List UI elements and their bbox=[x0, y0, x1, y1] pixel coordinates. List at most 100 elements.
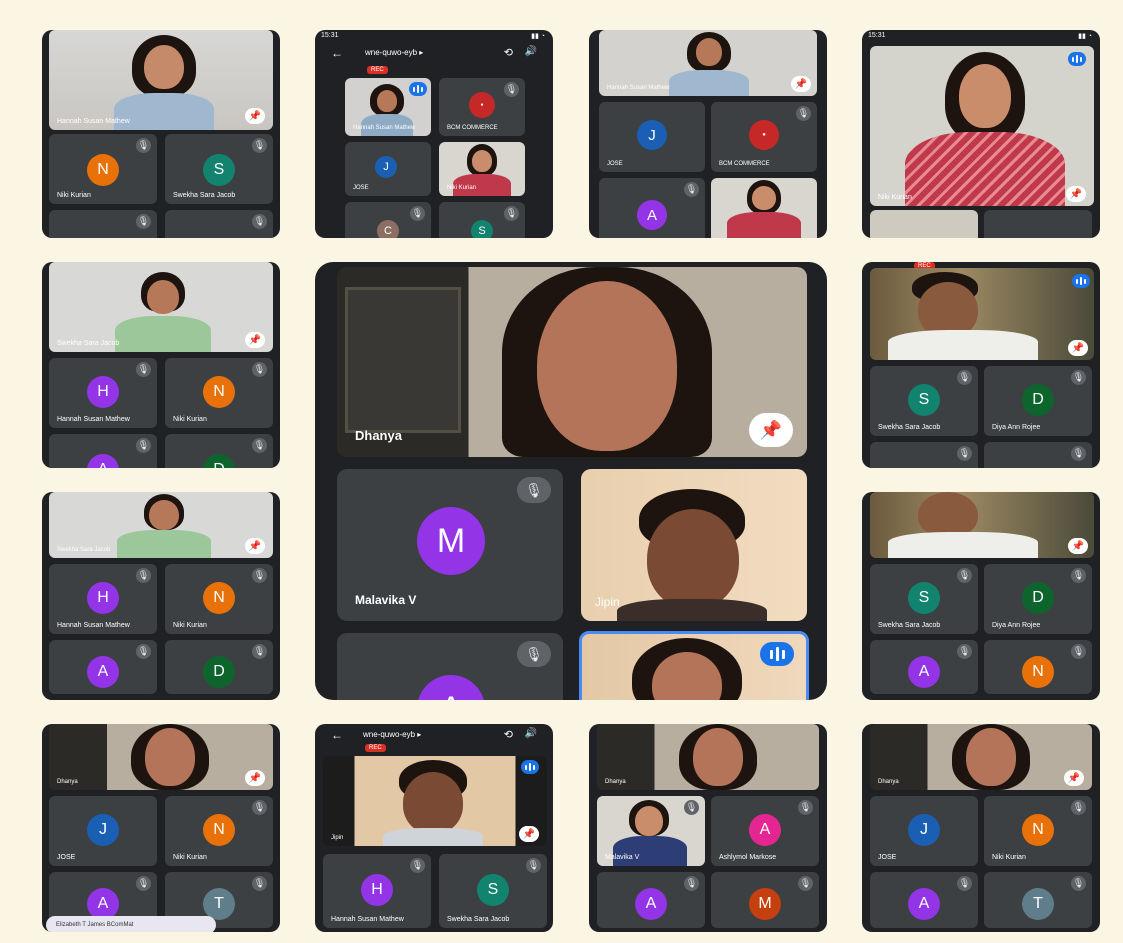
video-tile-dhanya[interactable]: Dhanya bbox=[597, 724, 819, 790]
pin-icon[interactable]: 📌 bbox=[1068, 340, 1088, 356]
avatar: N bbox=[203, 814, 235, 846]
video-tile-hannah[interactable]: Hannah Susan Mathew 📌 bbox=[599, 30, 817, 96]
mic-off-icon: 🎙 bbox=[1071, 370, 1086, 385]
participant-tile-malavika[interactable]: M 🎙 Malavika V bbox=[337, 469, 563, 621]
mic-off-icon: 🎙 bbox=[252, 362, 267, 377]
participant-tile-hannah[interactable]: H 🎙 Hannah Susan Mathew bbox=[323, 854, 431, 928]
participant-tile-hannah[interactable]: H 🎙 Hannah Susan Mathew bbox=[49, 358, 157, 428]
pin-icon[interactable]: 📌 bbox=[245, 538, 265, 554]
screenshot-panel-6: REC 📌 S 🎙 Swekha Sara Jacob D 🎙 Diya Ann… bbox=[862, 262, 1100, 468]
participant-tile[interactable]: 🎙 bbox=[165, 210, 273, 238]
participant-tile-bcm[interactable]: ● 🎙 BCM COMMERCE bbox=[439, 78, 525, 136]
participant-tile-niki[interactable]: N 🎙 Niki Kurian bbox=[165, 796, 273, 866]
back-arrow-icon[interactable]: ← bbox=[331, 46, 343, 60]
meeting-code[interactable]: wne-quwo-eyb ▸ bbox=[363, 730, 421, 739]
participant-video-figure bbox=[727, 180, 801, 238]
participant-tile-diya[interactable]: D 🎙 Diya Ann Rojee bbox=[984, 366, 1092, 436]
speaker-icon[interactable]: 🔊 bbox=[525, 46, 537, 57]
participant-tile[interactable]: M 🎙 bbox=[711, 872, 819, 928]
avatar: D bbox=[1022, 582, 1054, 614]
video-tile-swekha[interactable]: Swekha Sara Jacob 📌 bbox=[49, 262, 273, 352]
participant-tile[interactable]: 🎙 bbox=[49, 210, 157, 238]
participant-tile-swekha[interactable]: S 🎙 Swekha Sara Jacob bbox=[870, 366, 978, 436]
participant-tile-jose[interactable]: J JOSE bbox=[345, 142, 431, 196]
pin-icon[interactable]: 📌 bbox=[245, 770, 265, 786]
video-tile-niki[interactable]: Niki Kurian bbox=[439, 142, 525, 196]
video-tile-jipin[interactable]: Jipin bbox=[581, 469, 807, 621]
video-tile[interactable] bbox=[870, 210, 978, 238]
participant-video-figure bbox=[888, 492, 1038, 558]
participant-tile-bcm[interactable]: ● 🎙 BCM COMMERCE bbox=[711, 102, 817, 172]
mic-off-icon: 🎙 bbox=[410, 858, 425, 873]
camera-switch-icon[interactable]: ⟲ bbox=[504, 46, 513, 59]
participant-tile[interactable]: D 🎙 bbox=[165, 640, 273, 694]
participant-tile-jose[interactable]: J JOSE bbox=[599, 102, 705, 172]
participant-name-label: JOSE bbox=[353, 185, 369, 191]
avatar: A bbox=[908, 656, 940, 688]
participant-tile[interactable]: 🎙 bbox=[984, 442, 1092, 468]
screenshot-panel-5: Swekha Sara Jacob 📌 H 🎙 Hannah Susan Mat… bbox=[42, 262, 280, 468]
avatar: A bbox=[908, 888, 940, 920]
participant-tile-swekha[interactable]: S 🎙 Swekha Sara Jacob bbox=[439, 854, 547, 928]
video-tile-hannah[interactable]: Hannah Susan Mathew bbox=[345, 78, 431, 136]
video-tile-malavika[interactable]: 🎙 Malavika V bbox=[597, 796, 705, 866]
pin-icon[interactable]: 📌 bbox=[245, 108, 265, 124]
speaker-icon[interactable]: 🔊 bbox=[525, 728, 537, 739]
camera-switch-icon[interactable]: ⟲ bbox=[504, 728, 513, 741]
mic-off-icon: 🎙 bbox=[136, 644, 151, 659]
participant-tile[interactable]: A 🎙 bbox=[49, 640, 157, 694]
participant-tile-jose[interactable]: J JOSE bbox=[870, 796, 978, 866]
participant-tile-ashly[interactable]: A 🎙 Ashlymol Markose bbox=[711, 796, 819, 866]
pin-icon[interactable]: 📌 bbox=[1064, 770, 1084, 786]
recording-badge: REC bbox=[365, 744, 386, 752]
participant-tile-swekha[interactable]: S 🎙 Swekha Sara Jacob bbox=[870, 564, 978, 634]
participant-tile[interactable]: A 🎙 bbox=[597, 872, 705, 928]
participant-tile[interactable]: C 🎙 bbox=[345, 202, 431, 238]
participant-video-figure bbox=[888, 272, 1038, 360]
pin-icon[interactable]: 📌 bbox=[749, 413, 793, 447]
participant-video-figure bbox=[383, 760, 483, 846]
participant-tile[interactable]: A 🎙 bbox=[337, 633, 563, 700]
video-tile-niki[interactable] bbox=[711, 178, 817, 238]
participant-tile[interactable] bbox=[984, 210, 1092, 238]
participant-tile[interactable]: A 🎙 bbox=[870, 872, 978, 928]
participant-tile-jose[interactable]: J JOSE bbox=[49, 796, 157, 866]
participant-tile-niki[interactable]: N 🎙 Niki Kurian bbox=[49, 134, 157, 204]
pin-icon[interactable]: 📌 bbox=[1066, 186, 1086, 202]
participant-name-label: Hannah Susan Mathew bbox=[57, 118, 130, 125]
video-tile-jipin[interactable]: Jipin 📌 bbox=[323, 756, 547, 846]
video-tile-dhanya[interactable]: Dhanya 📌 bbox=[870, 724, 1092, 790]
video-tile[interactable]: 📌 bbox=[870, 268, 1094, 360]
pin-icon[interactable]: 📌 bbox=[1068, 538, 1088, 554]
participant-tile-hannah[interactable]: H 🎙 Hannah Susan Mathew bbox=[49, 564, 157, 634]
participant-tile[interactable]: S 🎙 bbox=[439, 202, 525, 238]
video-tile-niki[interactable]: Niki Kurian 📌 bbox=[870, 46, 1094, 206]
meeting-code[interactable]: wne-quwo-eyb ▸ bbox=[365, 48, 423, 57]
participant-tile[interactable]: A 🎙 bbox=[599, 178, 705, 238]
back-arrow-icon[interactable]: ← bbox=[331, 728, 343, 742]
avatar: S bbox=[477, 874, 509, 906]
avatar: A bbox=[417, 675, 485, 700]
video-tile-hannah[interactable]: Hannah Susan Mathew 📌 bbox=[49, 30, 273, 130]
participant-tile[interactable]: 🎙 bbox=[870, 442, 978, 468]
participant-tile-diya[interactable]: D 🎙 Diya Ann Rojee bbox=[984, 564, 1092, 634]
pin-icon[interactable]: 📌 bbox=[519, 826, 539, 842]
video-tile-dhanya[interactable]: Dhanya 📌 bbox=[337, 267, 807, 457]
video-tile[interactable]: 📌 bbox=[870, 492, 1094, 558]
avatar: D bbox=[203, 454, 235, 468]
participant-tile[interactable]: D 🎙 bbox=[165, 434, 273, 468]
video-tile-swekha[interactable]: Swekha Sara Jacob 📌 bbox=[49, 492, 273, 558]
participant-name-label: Niki Kurian bbox=[992, 854, 1026, 861]
video-tile-speaking[interactable] bbox=[579, 631, 809, 700]
pin-icon[interactable]: 📌 bbox=[245, 332, 265, 348]
participant-tile[interactable]: N 🎙 bbox=[984, 640, 1092, 694]
pin-icon[interactable]: 📌 bbox=[791, 76, 811, 92]
participant-tile-niki[interactable]: N 🎙 Niki Kurian bbox=[165, 358, 273, 428]
participant-tile[interactable]: A 🎙 bbox=[49, 434, 157, 468]
participant-tile-niki[interactable]: N 🎙 Niki Kurian bbox=[984, 796, 1092, 866]
participant-tile-swekha[interactable]: S 🎙 Swekha Sara Jacob bbox=[165, 134, 273, 204]
participant-tile[interactable]: T 🎙 bbox=[984, 872, 1092, 928]
participant-tile-niki[interactable]: N 🎙 Niki Kurian bbox=[165, 564, 273, 634]
video-tile-dhanya[interactable]: Dhanya 📌 bbox=[49, 724, 273, 790]
participant-tile[interactable]: A 🎙 bbox=[870, 640, 978, 694]
